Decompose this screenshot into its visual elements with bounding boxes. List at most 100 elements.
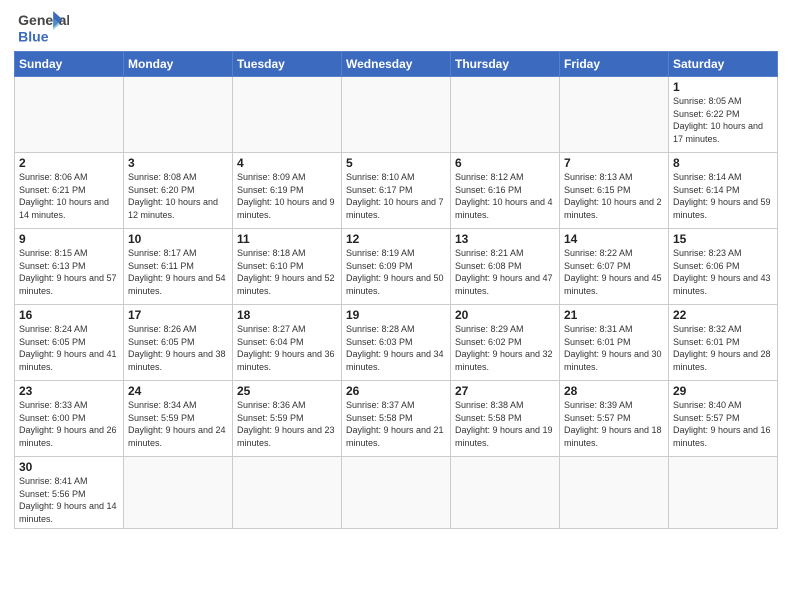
day-info: Sunrise: 8:27 AM Sunset: 6:04 PM Dayligh… bbox=[237, 323, 337, 373]
table-row: 10Sunrise: 8:17 AM Sunset: 6:11 PM Dayli… bbox=[124, 229, 233, 305]
col-thursday: Thursday bbox=[451, 52, 560, 77]
table-row: 4Sunrise: 8:09 AM Sunset: 6:19 PM Daylig… bbox=[233, 153, 342, 229]
day-info: Sunrise: 8:12 AM Sunset: 6:16 PM Dayligh… bbox=[455, 171, 555, 221]
col-tuesday: Tuesday bbox=[233, 52, 342, 77]
logo-icon: General Blue bbox=[14, 10, 69, 45]
table-row: 5Sunrise: 8:10 AM Sunset: 6:17 PM Daylig… bbox=[342, 153, 451, 229]
table-row bbox=[233, 457, 342, 529]
table-row: 11Sunrise: 8:18 AM Sunset: 6:10 PM Dayli… bbox=[233, 229, 342, 305]
day-info: Sunrise: 8:24 AM Sunset: 6:05 PM Dayligh… bbox=[19, 323, 119, 373]
table-row: 28Sunrise: 8:39 AM Sunset: 5:57 PM Dayli… bbox=[560, 381, 669, 457]
day-number: 23 bbox=[19, 384, 119, 398]
day-info: Sunrise: 8:31 AM Sunset: 6:01 PM Dayligh… bbox=[564, 323, 664, 373]
day-number: 26 bbox=[346, 384, 446, 398]
day-number: 22 bbox=[673, 308, 773, 322]
table-row bbox=[342, 457, 451, 529]
day-info: Sunrise: 8:13 AM Sunset: 6:15 PM Dayligh… bbox=[564, 171, 664, 221]
table-row: 19Sunrise: 8:28 AM Sunset: 6:03 PM Dayli… bbox=[342, 305, 451, 381]
day-info: Sunrise: 8:28 AM Sunset: 6:03 PM Dayligh… bbox=[346, 323, 446, 373]
table-row: 22Sunrise: 8:32 AM Sunset: 6:01 PM Dayli… bbox=[669, 305, 778, 381]
table-row: 9Sunrise: 8:15 AM Sunset: 6:13 PM Daylig… bbox=[15, 229, 124, 305]
day-info: Sunrise: 8:36 AM Sunset: 5:59 PM Dayligh… bbox=[237, 399, 337, 449]
table-row: 25Sunrise: 8:36 AM Sunset: 5:59 PM Dayli… bbox=[233, 381, 342, 457]
table-row: 12Sunrise: 8:19 AM Sunset: 6:09 PM Dayli… bbox=[342, 229, 451, 305]
table-row bbox=[342, 77, 451, 153]
day-number: 3 bbox=[128, 156, 228, 170]
day-number: 12 bbox=[346, 232, 446, 246]
table-row bbox=[233, 77, 342, 153]
table-row: 7Sunrise: 8:13 AM Sunset: 6:15 PM Daylig… bbox=[560, 153, 669, 229]
day-number: 28 bbox=[564, 384, 664, 398]
day-info: Sunrise: 8:39 AM Sunset: 5:57 PM Dayligh… bbox=[564, 399, 664, 449]
table-row: 27Sunrise: 8:38 AM Sunset: 5:58 PM Dayli… bbox=[451, 381, 560, 457]
day-number: 30 bbox=[19, 460, 119, 474]
weekday-header-row: Sunday Monday Tuesday Wednesday Thursday… bbox=[15, 52, 778, 77]
day-number: 18 bbox=[237, 308, 337, 322]
day-number: 20 bbox=[455, 308, 555, 322]
table-row: 26Sunrise: 8:37 AM Sunset: 5:58 PM Dayli… bbox=[342, 381, 451, 457]
table-row: 17Sunrise: 8:26 AM Sunset: 6:05 PM Dayli… bbox=[124, 305, 233, 381]
day-info: Sunrise: 8:21 AM Sunset: 6:08 PM Dayligh… bbox=[455, 247, 555, 297]
day-number: 2 bbox=[19, 156, 119, 170]
table-row bbox=[124, 457, 233, 529]
col-friday: Friday bbox=[560, 52, 669, 77]
day-info: Sunrise: 8:23 AM Sunset: 6:06 PM Dayligh… bbox=[673, 247, 773, 297]
table-row: 16Sunrise: 8:24 AM Sunset: 6:05 PM Dayli… bbox=[15, 305, 124, 381]
table-row bbox=[15, 77, 124, 153]
table-row: 2Sunrise: 8:06 AM Sunset: 6:21 PM Daylig… bbox=[15, 153, 124, 229]
day-number: 25 bbox=[237, 384, 337, 398]
day-info: Sunrise: 8:10 AM Sunset: 6:17 PM Dayligh… bbox=[346, 171, 446, 221]
table-row: 21Sunrise: 8:31 AM Sunset: 6:01 PM Dayli… bbox=[560, 305, 669, 381]
table-row: 8Sunrise: 8:14 AM Sunset: 6:14 PM Daylig… bbox=[669, 153, 778, 229]
day-info: Sunrise: 8:38 AM Sunset: 5:58 PM Dayligh… bbox=[455, 399, 555, 449]
page: General Blue Sunday Monday Tuesday Wedne… bbox=[0, 0, 792, 612]
day-number: 9 bbox=[19, 232, 119, 246]
day-info: Sunrise: 8:18 AM Sunset: 6:10 PM Dayligh… bbox=[237, 247, 337, 297]
table-row bbox=[669, 457, 778, 529]
day-info: Sunrise: 8:22 AM Sunset: 6:07 PM Dayligh… bbox=[564, 247, 664, 297]
col-saturday: Saturday bbox=[669, 52, 778, 77]
day-info: Sunrise: 8:32 AM Sunset: 6:01 PM Dayligh… bbox=[673, 323, 773, 373]
day-info: Sunrise: 8:37 AM Sunset: 5:58 PM Dayligh… bbox=[346, 399, 446, 449]
table-row: 6Sunrise: 8:12 AM Sunset: 6:16 PM Daylig… bbox=[451, 153, 560, 229]
table-row: 14Sunrise: 8:22 AM Sunset: 6:07 PM Dayli… bbox=[560, 229, 669, 305]
day-number: 11 bbox=[237, 232, 337, 246]
day-number: 16 bbox=[19, 308, 119, 322]
day-info: Sunrise: 8:17 AM Sunset: 6:11 PM Dayligh… bbox=[128, 247, 228, 297]
day-number: 1 bbox=[673, 80, 773, 94]
day-number: 21 bbox=[564, 308, 664, 322]
day-info: Sunrise: 8:40 AM Sunset: 5:57 PM Dayligh… bbox=[673, 399, 773, 449]
table-row bbox=[560, 77, 669, 153]
table-row: 15Sunrise: 8:23 AM Sunset: 6:06 PM Dayli… bbox=[669, 229, 778, 305]
table-row: 3Sunrise: 8:08 AM Sunset: 6:20 PM Daylig… bbox=[124, 153, 233, 229]
col-monday: Monday bbox=[124, 52, 233, 77]
day-info: Sunrise: 8:08 AM Sunset: 6:20 PM Dayligh… bbox=[128, 171, 228, 221]
day-number: 7 bbox=[564, 156, 664, 170]
table-row: 13Sunrise: 8:21 AM Sunset: 6:08 PM Dayli… bbox=[451, 229, 560, 305]
table-row: 29Sunrise: 8:40 AM Sunset: 5:57 PM Dayli… bbox=[669, 381, 778, 457]
table-row bbox=[124, 77, 233, 153]
day-number: 4 bbox=[237, 156, 337, 170]
day-info: Sunrise: 8:34 AM Sunset: 5:59 PM Dayligh… bbox=[128, 399, 228, 449]
day-number: 19 bbox=[346, 308, 446, 322]
col-wednesday: Wednesday bbox=[342, 52, 451, 77]
day-info: Sunrise: 8:15 AM Sunset: 6:13 PM Dayligh… bbox=[19, 247, 119, 297]
day-number: 14 bbox=[564, 232, 664, 246]
table-row: 24Sunrise: 8:34 AM Sunset: 5:59 PM Dayli… bbox=[124, 381, 233, 457]
table-row bbox=[560, 457, 669, 529]
day-info: Sunrise: 8:29 AM Sunset: 6:02 PM Dayligh… bbox=[455, 323, 555, 373]
day-number: 29 bbox=[673, 384, 773, 398]
header: General Blue bbox=[14, 10, 778, 45]
day-number: 13 bbox=[455, 232, 555, 246]
day-number: 27 bbox=[455, 384, 555, 398]
day-number: 8 bbox=[673, 156, 773, 170]
day-number: 15 bbox=[673, 232, 773, 246]
day-info: Sunrise: 8:26 AM Sunset: 6:05 PM Dayligh… bbox=[128, 323, 228, 373]
day-number: 10 bbox=[128, 232, 228, 246]
day-info: Sunrise: 8:33 AM Sunset: 6:00 PM Dayligh… bbox=[19, 399, 119, 449]
svg-text:Blue: Blue bbox=[18, 28, 49, 44]
table-row: 20Sunrise: 8:29 AM Sunset: 6:02 PM Dayli… bbox=[451, 305, 560, 381]
day-info: Sunrise: 8:05 AM Sunset: 6:22 PM Dayligh… bbox=[673, 95, 773, 145]
calendar-table: Sunday Monday Tuesday Wednesday Thursday… bbox=[14, 51, 778, 529]
table-row: 30Sunrise: 8:41 AM Sunset: 5:56 PM Dayli… bbox=[15, 457, 124, 529]
